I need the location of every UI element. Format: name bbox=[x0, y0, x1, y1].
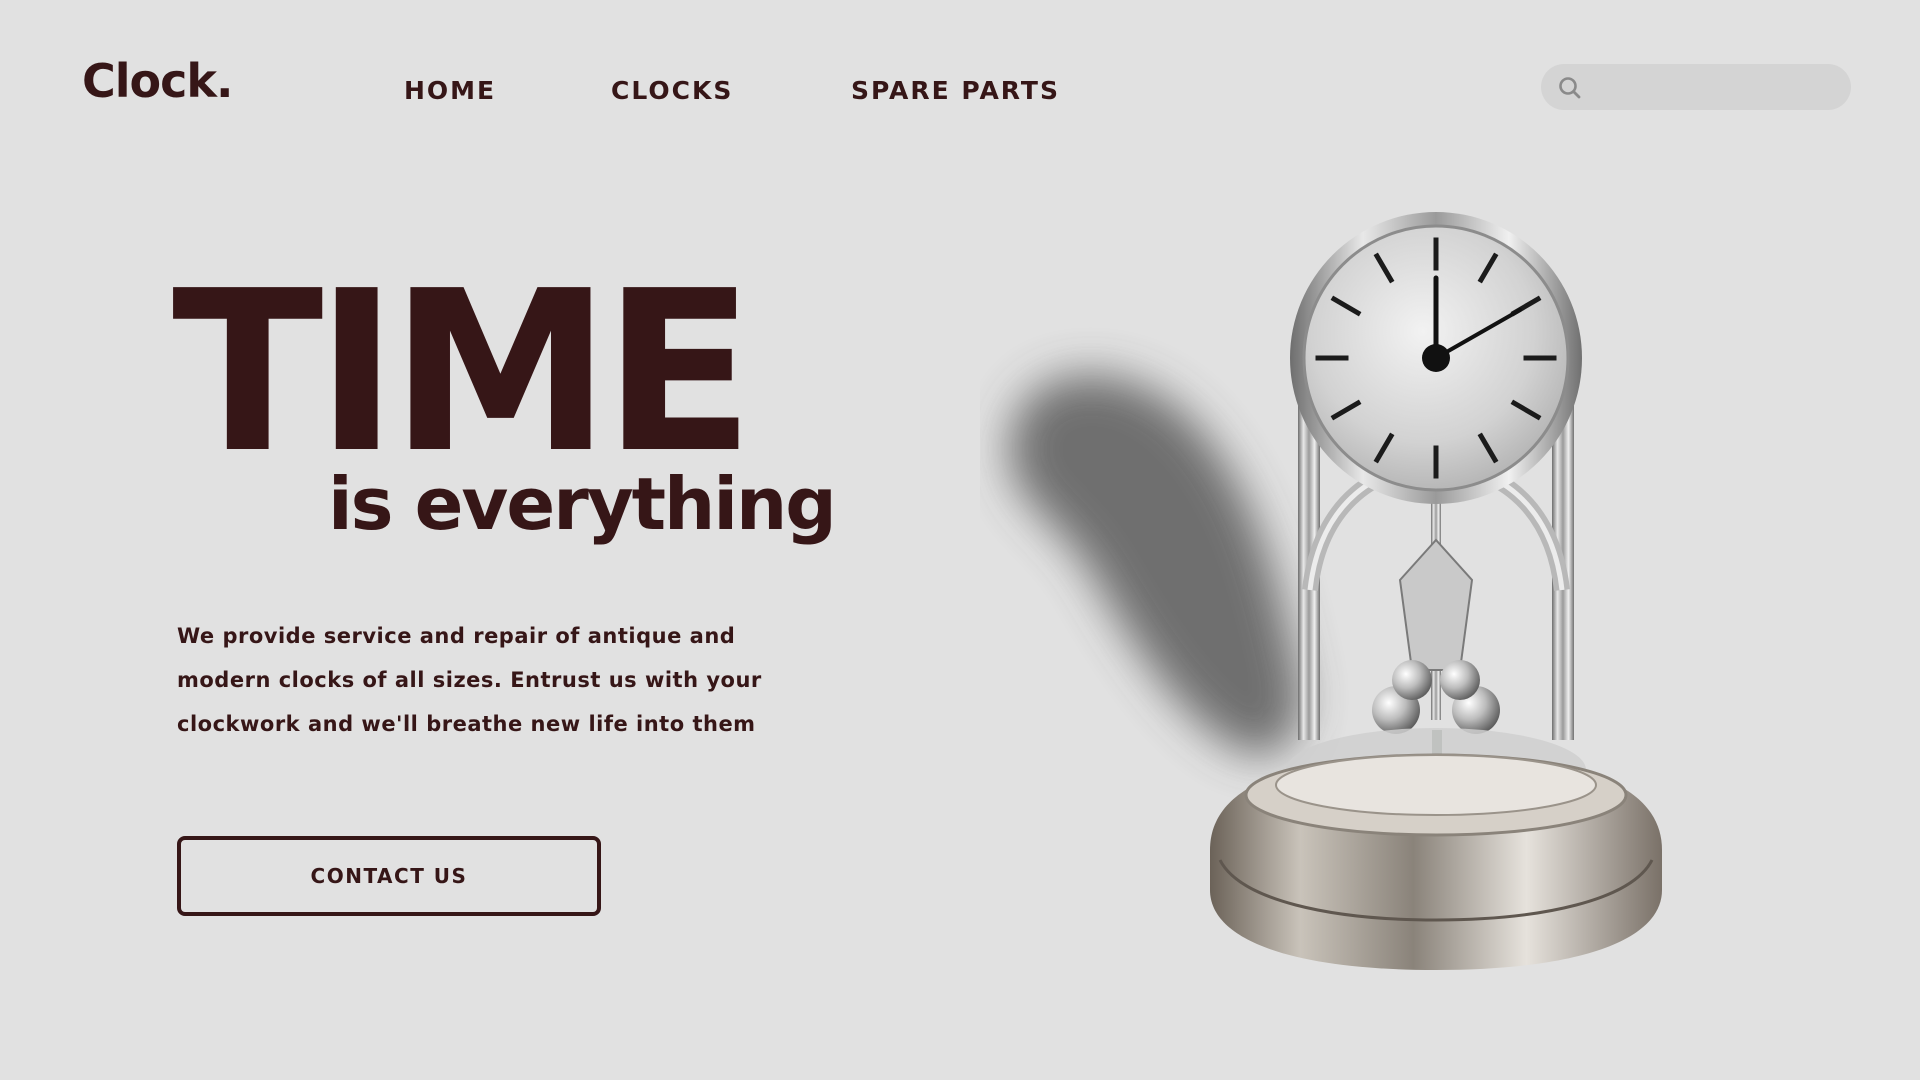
search-bar[interactable] bbox=[1541, 64, 1851, 112]
nav-item-spare-parts[interactable]: SPARE PARTS bbox=[851, 76, 1060, 105]
main-nav: HOME CLOCKS SPARE PARTS bbox=[0, 76, 1100, 110]
clock-shadow bbox=[1009, 374, 1302, 756]
contact-us-button[interactable]: CONTACT US bbox=[177, 836, 601, 916]
search-input[interactable] bbox=[1593, 64, 1837, 112]
nav-item-clocks[interactable]: CLOCKS bbox=[611, 76, 733, 105]
search-icon[interactable] bbox=[1557, 75, 1583, 101]
hero-subtitle: is everything bbox=[328, 462, 837, 546]
anniversary-clock-image bbox=[1009, 212, 1662, 970]
nav-item-home[interactable]: HOME bbox=[404, 76, 496, 105]
hero-title: TIME bbox=[172, 244, 755, 502]
hero-description: We provide service and repair of antique… bbox=[177, 624, 762, 736]
